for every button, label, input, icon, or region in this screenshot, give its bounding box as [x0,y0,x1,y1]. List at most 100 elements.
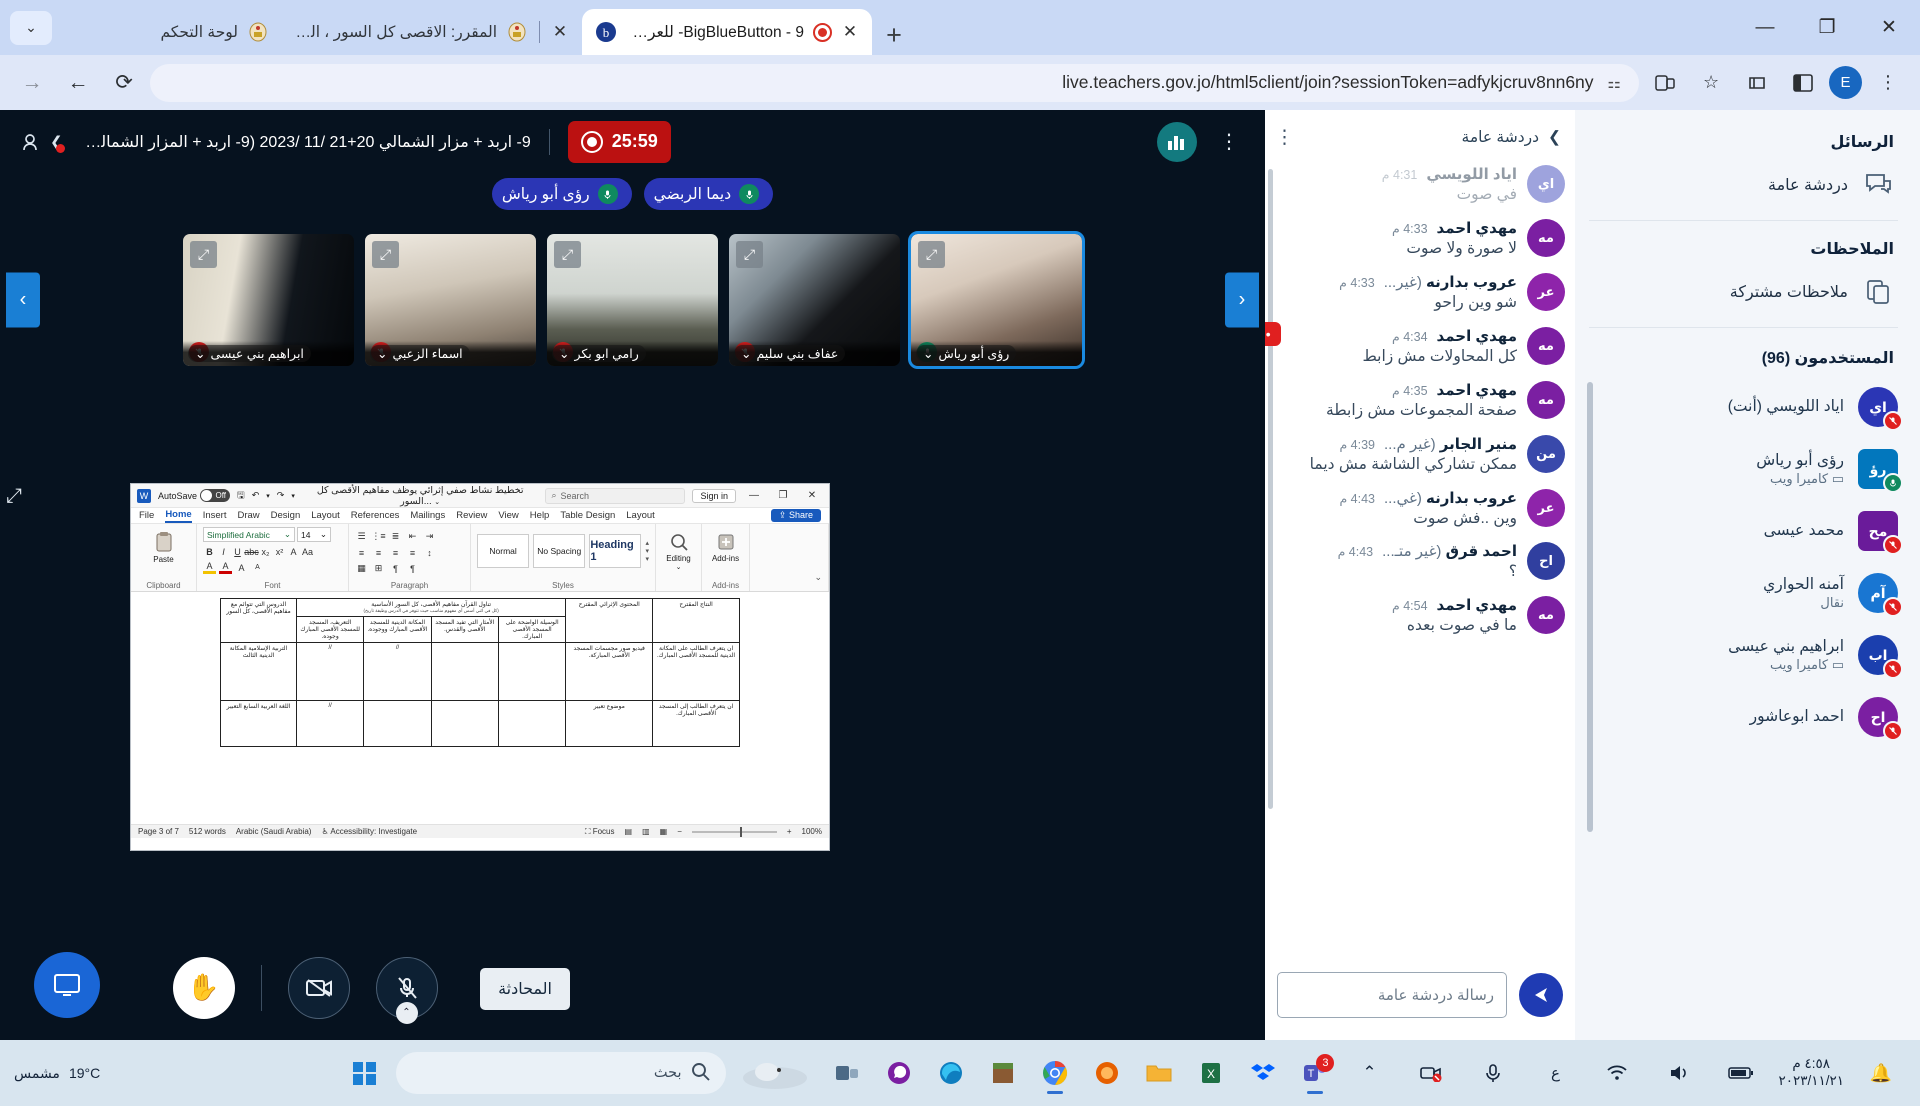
video-tile[interactable]: ⤢ اسماء الزعبي ⌄ [365,234,536,366]
chat-options-kebab-icon[interactable]: ⋮ [1275,126,1294,149]
font-color-button[interactable]: A [219,561,232,574]
ribbon-tab-mailings[interactable]: Mailings [410,510,445,521]
list-item[interactable]: اي اياد اللويسي (أنت) [1599,376,1902,438]
subscript-button[interactable]: x₂ [259,545,272,558]
video-tile-label[interactable]: رؤى أبو رياش ⌄ [911,341,1082,366]
reload-icon[interactable]: ⟳ [104,63,144,103]
tab-close-icon[interactable]: ✕ [551,22,569,42]
chat-notification-pill[interactable]: ••• [1265,322,1281,346]
word-share-button[interactable]: ⇪ Share [770,509,821,522]
ribbon-tab-layout[interactable]: Layout [311,510,340,521]
style-no-spacing[interactable]: No Spacing [533,534,586,568]
decrease-indent-button[interactable]: ⇤ [406,530,419,543]
ribbon-tab-references[interactable]: References [351,510,400,521]
bullet-list-button[interactable]: ☰ [355,530,368,543]
change-case-button[interactable]: Aa [301,545,314,558]
whatsapp-icon[interactable] [874,1048,924,1098]
superscript-button[interactable]: x² [273,545,286,558]
camera-off-button[interactable] [287,956,350,1019]
new-tab-button[interactable]: + [872,15,916,55]
ribbon-collapse-button[interactable]: ⌄ [750,524,829,591]
status-words[interactable]: 512 words [189,827,226,836]
status-language[interactable]: Arabic (Saudi Arabia) [236,827,312,836]
decrease-font-button[interactable]: A [251,561,264,574]
numbered-list-button[interactable]: ⋮≡ [371,530,385,543]
chrome-icon[interactable] [1030,1048,1080,1098]
status-focus[interactable]: ⛶ Focus [585,827,615,837]
styles-scroll-down-icon[interactable]: ▾ [645,547,649,555]
window-maximize-button[interactable]: ❐ [1796,0,1858,55]
tab-list-button[interactable]: ⌄ [10,10,52,45]
ribbon-tab-table-layout[interactable]: Layout [626,510,655,521]
editing-button[interactable] [662,532,695,554]
pinned-app-icon[interactable] [730,1048,820,1098]
browser-tab-dashboard[interactable]: لوحة التحكم [52,9,282,55]
zoom-in-button[interactable]: + [787,827,792,836]
video-tile[interactable]: ⤢ ابراهيم بني عيسى ⌄ [183,234,354,366]
word-minimize-button[interactable]: — [743,490,765,501]
window-minimize-button[interactable]: — [1734,0,1796,55]
word-document-page[interactable]: النتاج المقترح المحتوى الإثرائي المقترح … [131,592,829,838]
paste-button[interactable] [137,531,190,555]
chevron-down-icon[interactable]: ⌄ [559,346,569,361]
video-tile-label[interactable]: اسماء الزعبي ⌄ [365,341,536,366]
battery-icon[interactable] [1716,1048,1766,1098]
ribbon-tab-help[interactable]: Help [530,510,550,521]
text-effects-button[interactable]: A [287,545,300,558]
ribbon-tab-file[interactable]: File [139,510,154,521]
zoom-out-button[interactable]: − [677,827,682,836]
font-size-select[interactable]: 14 ⌄ [297,527,331,542]
minecraft-icon[interactable] [978,1048,1028,1098]
ribbon-tab-design[interactable]: Design [271,510,301,521]
rtl-direction-button[interactable]: ¶ [389,562,402,575]
mic-muted-button[interactable]: ⌃ [375,956,438,1024]
shading-button[interactable]: ▦ [355,562,368,575]
chat-message-list[interactable]: ••• اي اياد اللويسي 4:31 م في صوت مه مهدي… [1265,159,1575,960]
bold-button[interactable]: B [203,545,216,558]
editing-chevron-icon[interactable]: ⌄ [662,563,695,571]
split-view-icon[interactable] [1645,63,1685,103]
video-tile-label[interactable]: رامي ابو بكر ⌄ [547,341,718,366]
zoom-slider[interactable] [691,826,777,837]
user-list[interactable]: اي اياد اللويسي (أنت) رؤ رؤى أبو رياش ▭ … [1585,376,1902,961]
browser-tab-course[interactable]: ✕ المقرر: الاقصى كل السور ، الموضو [282,9,582,55]
list-item[interactable]: اب ابراهيم بني عيسى ▭ كاميرا ويب [1599,624,1902,686]
ltr-direction-button[interactable]: ¶ [406,562,419,575]
ribbon-tab-home[interactable]: Home [165,509,192,523]
video-next-button[interactable]: › [1225,272,1259,328]
word-signin-button[interactable]: Sign in [692,488,736,503]
clock[interactable]: ٤:٥٨ م ٢٠٢٣/١١/٢١ [1778,1056,1844,1090]
word-search-box[interactable]: ⌕ Search [545,487,686,504]
sidebar-item-public-chat[interactable]: دردشة عامة [1585,158,1902,212]
ribbon-tab-view[interactable]: View [498,510,518,521]
fullscreen-presentation-icon[interactable]: ⤢ [6,485,22,508]
start-button[interactable] [336,1048,392,1098]
autosave-toggle[interactable]: AutoSave Off [158,489,231,502]
chevron-down-icon[interactable]: ⌄ [741,346,751,361]
style-normal[interactable]: Normal [477,534,530,568]
chat-panel-title-group[interactable]: ❯ دردشة عامة [1462,128,1561,147]
recording-indicator[interactable]: 25:59 [567,120,671,163]
site-permissions-icon[interactable]: ⚏ [1608,74,1621,92]
chevron-down-icon[interactable]: ⌄ [195,346,205,361]
chat-scrollbar[interactable] [1268,169,1273,809]
show-hidden-icons-button[interactable]: ⌃ [1344,1048,1394,1098]
increase-indent-button[interactable]: ⇥ [423,530,436,543]
video-prev-button[interactable]: ‹ [6,272,40,328]
view-read-mode-icon[interactable]: ▦ [660,827,668,836]
video-tile[interactable]: ⤢ عفاف بني سليم ⌄ [729,234,900,366]
chevron-down-icon[interactable]: ⌄ [923,346,933,361]
user-list-scrollbar[interactable] [1587,382,1593,832]
sidebar-toggle-icon[interactable] [1783,63,1823,103]
taskbar-search[interactable]: بحث [396,1052,727,1094]
wifi-icon[interactable] [1592,1048,1642,1098]
volume-icon[interactable] [1654,1048,1704,1098]
status-page[interactable]: Page 3 of 7 [138,827,179,836]
redo-icon[interactable]: ↷ [277,490,285,501]
firefox-icon[interactable] [1082,1048,1132,1098]
line-spacing-button[interactable]: ↕ [423,546,436,559]
task-view-icon[interactable] [822,1048,872,1098]
excel-icon[interactable]: X [1186,1048,1236,1098]
customize-toolbar-icon[interactable]: ▾ [291,492,295,500]
word-close-button[interactable]: ✕ [801,490,823,501]
